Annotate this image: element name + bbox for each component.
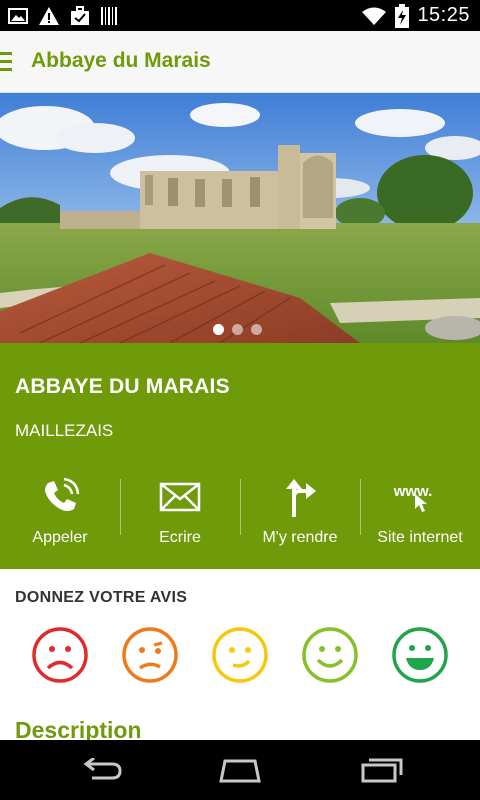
briefcase-icon [71, 5, 89, 25]
home-icon [219, 759, 261, 783]
neutral-face-icon[interactable] [211, 626, 269, 684]
recents-button[interactable] [352, 754, 412, 786]
back-icon [83, 758, 122, 780]
carousel-dot [213, 324, 224, 335]
website-icon: www. [390, 475, 450, 519]
mail-icon [159, 482, 201, 512]
image-icon [8, 7, 28, 24]
abbey-photo [0, 93, 480, 343]
clock: 15:25 [417, 4, 470, 26]
system-nav-bar [0, 740, 480, 800]
wifi-icon [362, 7, 387, 25]
cursor-icon [415, 494, 428, 512]
warning-icon [39, 6, 59, 25]
directions-icon [286, 479, 316, 517]
phone-icon [45, 477, 80, 511]
carousel-dot [251, 324, 262, 335]
status-bar: 15:25 [0, 0, 480, 31]
rating-faces [0, 626, 480, 686]
write-label: Ecrire [159, 529, 201, 546]
unhappy-face-icon[interactable] [121, 626, 179, 684]
hamburger-menu-icon[interactable] [0, 52, 14, 72]
write-button[interactable]: Ecrire [120, 475, 240, 555]
place-city: MAILLEZAIS [15, 421, 114, 440]
place-name: ABBAYE DU MARAIS [15, 375, 230, 398]
home-button[interactable] [210, 754, 270, 786]
very-happy-face-icon[interactable] [391, 626, 449, 684]
recents-icon [361, 758, 403, 783]
action-bar: Appeler Ecrire M'y rendre www. Site inte… [0, 475, 480, 555]
app-bar: Abbaye du Marais [0, 31, 480, 93]
very-unhappy-face-icon[interactable] [31, 626, 89, 684]
website-label: Site internet [377, 529, 463, 546]
rating-title: DONNEZ VOTRE AVIS [15, 589, 188, 606]
carousel-dot [232, 324, 243, 335]
website-button[interactable]: www. Site internet [360, 475, 480, 555]
call-label: Appeler [32, 529, 88, 546]
happy-face-icon[interactable] [301, 626, 359, 684]
back-button[interactable] [70, 754, 130, 786]
place-info-panel: ABBAYE DU MARAIS MAILLEZAIS Appeler Ecri… [0, 343, 480, 569]
hero-image-carousel[interactable] [0, 93, 480, 343]
rating-section: DONNEZ VOTRE AVIS [0, 569, 480, 714]
carousel-indicator [213, 324, 262, 335]
directions-button[interactable]: M'y rendre [240, 475, 360, 555]
directions-label: M'y rendre [262, 529, 338, 546]
call-button[interactable]: Appeler [0, 475, 120, 555]
app-bar-title: Abbaye du Marais [31, 49, 211, 72]
battery-charging-icon [395, 3, 410, 28]
barcode-icon [101, 6, 117, 25]
